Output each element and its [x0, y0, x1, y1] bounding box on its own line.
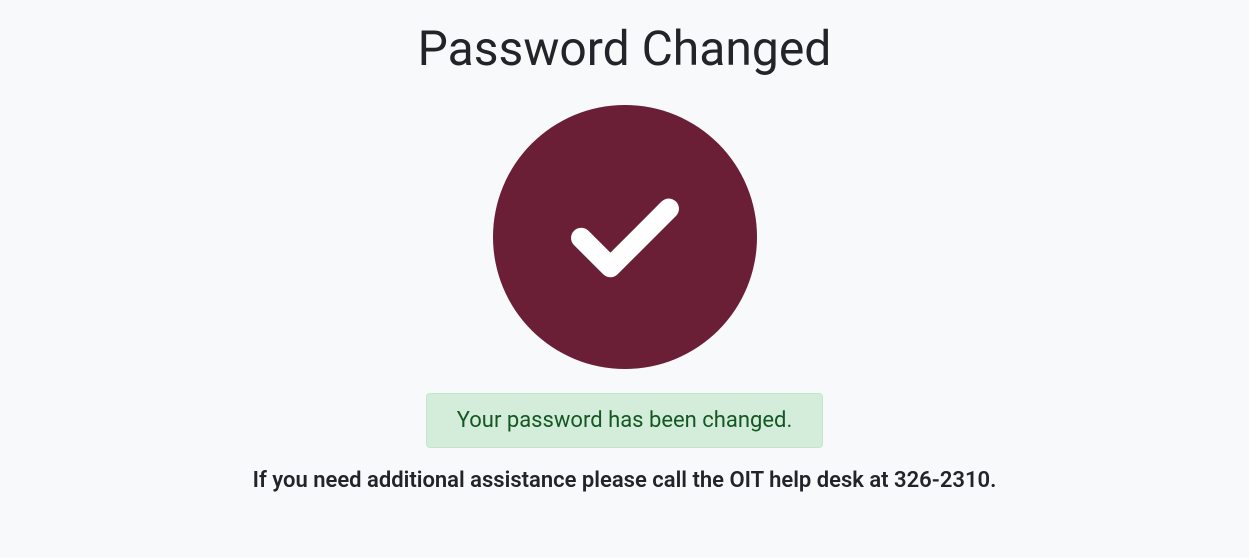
checkmark-icon: [555, 165, 695, 309]
success-alert: Your password has been changed.: [426, 393, 824, 448]
page-title: Password Changed: [418, 20, 832, 77]
success-circle: [493, 105, 757, 369]
help-desk-text: If you need additional assistance please…: [253, 468, 997, 493]
